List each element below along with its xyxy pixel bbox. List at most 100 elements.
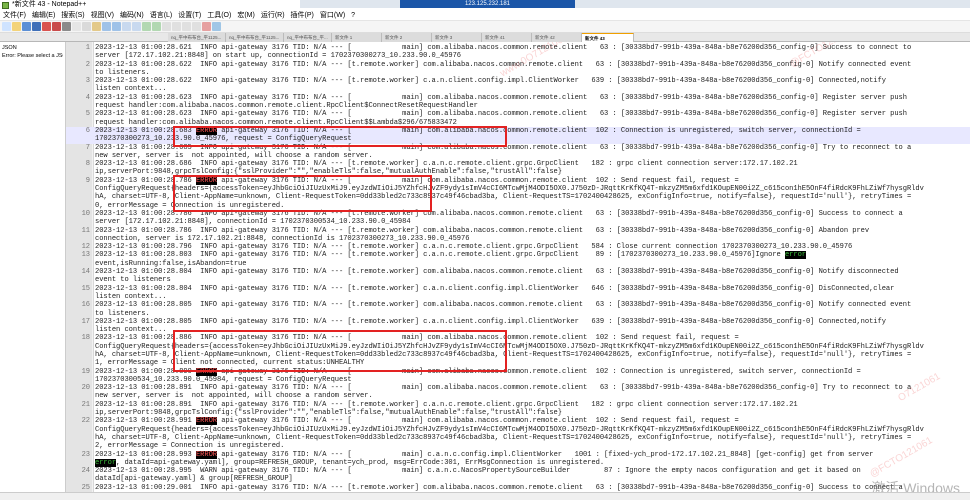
open-folder-icon[interactable] [12, 22, 21, 31]
line-text: 2023-12-13 01:00:28.622 INFO api-gateway… [95, 61, 911, 69]
editor-line[interactable]: server [172.17.102.21:8848], connectionI… [66, 218, 970, 226]
tab-document[interactable]: 新文件 41 [482, 33, 532, 42]
editor-line[interactable]: 11 2023-12-13 01:00:28.786 INFO api-gatew… [66, 227, 970, 235]
editor-line[interactable]: request handler:com.alibaba.nacos.common… [66, 102, 970, 110]
line-content: 2023-12-13 01:00:28.623 INFO api-gateway… [95, 93, 907, 102]
tab-active-document[interactable]: 新文件 43 [582, 33, 634, 42]
editor-line[interactable]: 23 2023-12-13 01:00:28.993 ERROR api-gate… [66, 450, 970, 459]
show-all-chars-icon[interactable] [182, 22, 191, 31]
editor-line[interactable]: 1702370300534_10.233.90.0_45984, request… [66, 376, 970, 384]
tab-document[interactable]: 新文件 3 [432, 33, 482, 42]
save-all-icon[interactable] [32, 22, 41, 31]
menu-tools[interactable]: 工具(O) [204, 10, 234, 20]
play-macro-icon[interactable] [212, 22, 221, 31]
editor-line[interactable]: 3 2023-12-13 01:00:28.622 INFO api-gatewa… [66, 77, 970, 85]
redo-icon[interactable] [112, 22, 121, 31]
line-text: event,isRunning:false,isAbandon=true [95, 260, 247, 268]
zoom-out-icon[interactable] [152, 22, 161, 31]
editor-line[interactable]: 22 2023-12-13 01:00:28.991 ERROR api-gate… [66, 417, 970, 426]
copy-icon[interactable] [82, 22, 91, 31]
editor-line[interactable]: 8 2023-12-13 01:00:28.686 INFO api-gatewa… [66, 160, 970, 168]
menu-language[interactable]: 语言(L) [147, 10, 176, 20]
editor-line[interactable]: 24 2023-12-13 01:00:28.995 WARN api-gatew… [66, 467, 970, 475]
cut-icon[interactable] [72, 22, 81, 31]
menu-edit[interactable]: 编辑(E) [29, 10, 58, 20]
line-text: ConfigQueryRequest{headers={accessToken=… [95, 426, 924, 434]
tab-document[interactable]: 新文件 1 [332, 33, 382, 42]
line-text: listen context... [95, 85, 167, 93]
print-icon[interactable] [62, 22, 71, 31]
editor-line[interactable]: 2 2023-12-13 01:00:28.622 INFO api-gatewa… [66, 61, 970, 69]
save-icon[interactable] [22, 22, 31, 31]
line-number: 1 [85, 44, 90, 52]
line-text: 2023-12-13 01:00:29.001 INFO api-gateway… [95, 484, 903, 492]
menu-settings[interactable]: 设置(T) [175, 10, 204, 20]
replace-icon[interactable] [132, 22, 141, 31]
window-titlebar: *新文件 43 - Notepad++ [0, 0, 300, 10]
tab-document[interactable]: 新文件 42 [532, 33, 582, 42]
close-all-icon[interactable] [52, 22, 61, 31]
editor-line[interactable]: 1 2023-12-13 01:00:28.621 INFO api-gatewa… [66, 44, 970, 52]
menu-macro[interactable]: 宏(M) [234, 10, 258, 20]
editor-line[interactable]: error, dataId=api-gateway.yaml], group=R… [66, 458, 970, 467]
line-text: 2023-12-13 01:00:28.995 WARN api-gateway… [95, 467, 861, 475]
word-wrap-icon[interactable] [172, 22, 181, 31]
editor-line[interactable]: new server, server is not appointed, wil… [66, 152, 970, 160]
menu-run[interactable]: 运行(R) [258, 10, 288, 20]
editor-line[interactable]: new server, server is not appointed, wil… [66, 392, 970, 400]
line-number: 16 [81, 301, 90, 310]
editor-line[interactable]: dataId[api-gateway.yaml] & group[REFRESH… [66, 475, 970, 483]
editor-line[interactable]: event to listeners [66, 276, 970, 284]
record-macro-icon[interactable] [202, 22, 211, 31]
menu-window[interactable]: 窗口(W) [317, 10, 348, 20]
editor-line[interactable]: listen context... [66, 85, 970, 93]
editor-line[interactable]: ConfigQueryRequest{headers={accessToken=… [66, 426, 970, 434]
tab-document[interactable]: nq_平中布布台_平... [284, 33, 332, 42]
menu-file[interactable]: 文件(F) [0, 10, 29, 20]
zoom-in-icon[interactable] [142, 22, 151, 31]
indent-guide-icon[interactable] [192, 22, 201, 31]
menu-search[interactable]: 搜索(S) [58, 10, 87, 20]
editor-line[interactable]: 17 2023-12-13 01:00:28.805 INFO api-gatew… [66, 318, 970, 326]
editor-line[interactable]: 21 2023-12-13 01:00:28.891 INFO api-gatew… [66, 401, 970, 409]
undo-icon[interactable] [102, 22, 111, 31]
line-text: 2023-12-13 01:00:28.805 INFO api-gateway… [95, 318, 886, 326]
editor-line[interactable]: server [172.17.102.21:8848] on start up,… [66, 52, 970, 60]
editor-line[interactable]: 16 2023-12-13 01:00:28.805 INFO api-gatew… [66, 301, 970, 309]
close-file-icon[interactable] [42, 22, 51, 31]
editor-line[interactable]: 12 2023-12-13 01:00:28.796 INFO api-gatew… [66, 243, 970, 251]
sync-scroll-icon[interactable] [162, 22, 171, 31]
line-text: 2023-12-13 01:00:28.991 ERROR api-gatewa… [95, 417, 739, 426]
editor-line[interactable]: to listeners. [66, 310, 970, 318]
menu-plugins[interactable]: 插件(P) [288, 10, 317, 20]
editor-line[interactable]: ip,serverPort:9848,grpcTslConfig:{"sslPr… [66, 409, 970, 417]
tab-document[interactable]: nq_平中布布台_平1125... [168, 33, 226, 42]
editor-line[interactable]: 25 2023-12-13 01:00:29.001 INFO api-gatew… [66, 484, 970, 492]
editor-line[interactable]: 5 2023-12-13 01:00:28.623 INFO api-gatewa… [66, 110, 970, 118]
editor-line[interactable]: 14 2023-12-13 01:00:28.804 INFO api-gatew… [66, 268, 970, 276]
line-prefix: 2023-12-13 01:00:28.993 [95, 450, 196, 459]
line-content: 2, errorMessage = Connection is unregist… [95, 442, 285, 451]
menu-encoding[interactable]: 编码(N) [117, 10, 147, 20]
tab-document[interactable]: 新文件 2 [382, 33, 432, 42]
editor-line[interactable]: hA, charset=UTF-8, Client-AppName=unknow… [66, 434, 970, 442]
editor-line[interactable]: 15 2023-12-13 01:00:28.804 INFO api-gatew… [66, 285, 970, 293]
paste-icon[interactable] [92, 22, 101, 31]
new-file-icon[interactable] [2, 22, 11, 31]
line-text: listen context... [95, 326, 167, 334]
menu-help[interactable]: ? [348, 10, 358, 20]
editor-line[interactable]: 2, errorMessage = Connection is unregist… [66, 442, 970, 450]
tab-document[interactable]: nq_平中布布台_平1125... [226, 33, 284, 42]
editor-line[interactable]: 13 2023-12-13 01:00:28.803 INFO api-gatew… [66, 251, 970, 260]
find-icon[interactable] [122, 22, 131, 31]
remote-address[interactable]: 123.125.232.181 [400, 0, 575, 8]
editor-line[interactable]: listen context... [66, 293, 970, 301]
editor-line[interactable]: event,isRunning:false,isAbandon=true [66, 260, 970, 268]
editor-line[interactable]: 4 2023-12-13 01:00:28.623 INFO api-gatewa… [66, 94, 970, 102]
menu-view[interactable]: 视图(V) [88, 10, 117, 20]
editor-line[interactable]: to listeners. [66, 69, 970, 77]
editor-line[interactable]: 20 2023-12-13 01:00:28.891 INFO api-gatew… [66, 384, 970, 392]
editor-area[interactable]: 1 2023-12-13 01:00:28.621 INFO api-gatewa… [66, 42, 970, 500]
editor-line[interactable]: connection, server is 172.17.102.21:8848… [66, 235, 970, 243]
status-bar [0, 492, 970, 500]
